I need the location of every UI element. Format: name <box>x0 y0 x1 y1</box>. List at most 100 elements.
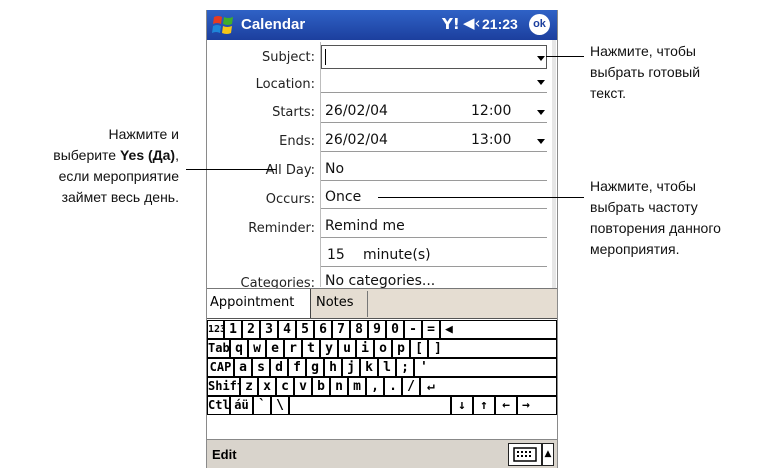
key-9[interactable]: 9 <box>368 320 386 339</box>
callout-occurs-line-1: Нажмите, чтобы <box>590 178 696 194</box>
key-tab[interactable]: Tab <box>207 339 230 358</box>
key-z[interactable]: z <box>240 377 258 396</box>
key-8[interactable]: 8 <box>350 320 368 339</box>
key-7[interactable]: 7 <box>332 320 350 339</box>
key-shift[interactable]: Shift <box>207 377 240 396</box>
edit-menu[interactable]: Edit <box>212 447 237 462</box>
scrollbar[interactable] <box>552 40 556 288</box>
key-a[interactable]: a <box>234 358 252 377</box>
key-e[interactable]: e <box>266 339 284 358</box>
key-l[interactable]: l <box>378 358 396 377</box>
ends-label: Ends: <box>279 134 315 149</box>
key-c[interactable]: c <box>276 377 294 396</box>
occurs-label: Occurs: <box>265 192 315 207</box>
volume-icon[interactable]: ◀‹ <box>463 14 481 32</box>
reminder-amount[interactable]: 15 <box>327 247 345 263</box>
reminder-value[interactable]: Remind me <box>325 218 405 234</box>
key-h[interactable]: h <box>324 358 342 377</box>
occurs-value[interactable]: Once <box>325 189 361 205</box>
callout-occurs-line-2: выбрать частоту <box>590 199 698 215</box>
windows-start-icon[interactable] <box>211 13 237 37</box>
key-g[interactable]: g <box>306 358 324 377</box>
key-o[interactable]: o <box>374 339 392 358</box>
key-down-arrow[interactable]: ↓ <box>451 396 473 415</box>
callout-allday-text: выберите <box>53 147 120 163</box>
callout-subject-line-1: Нажмите, чтобы <box>590 43 696 59</box>
allday-value[interactable]: No <box>325 161 344 177</box>
location-field[interactable] <box>321 92 547 93</box>
key-s[interactable]: s <box>252 358 270 377</box>
subject-dropdown-icon[interactable] <box>537 56 545 61</box>
key-t[interactable]: t <box>302 339 320 358</box>
key-2[interactable]: 2 <box>242 320 260 339</box>
key-n[interactable]: n <box>330 377 348 396</box>
key-apostrophe[interactable]: ' <box>414 358 557 377</box>
key-d[interactable]: d <box>270 358 288 377</box>
clock[interactable]: 21:23 <box>482 16 518 32</box>
key-enter[interactable]: ↵ <box>420 377 557 396</box>
tab-appointment[interactable]: Appointment <box>207 289 311 318</box>
signal-icon[interactable]: Y! <box>442 15 460 33</box>
key-semicolon[interactable]: ; <box>396 358 414 377</box>
key-6[interactable]: 6 <box>314 320 332 339</box>
keyboard-icon[interactable] <box>508 443 542 466</box>
key-minus[interactable]: - <box>404 320 422 339</box>
key-123[interactable]: 123 <box>207 320 224 339</box>
ends-date[interactable]: 26/02/04 <box>325 132 388 148</box>
callout-allday-line-4: займет весь день. <box>61 189 179 205</box>
key-ctrl[interactable]: Ctl <box>207 396 230 415</box>
starts-dropdown-icon[interactable] <box>537 110 545 115</box>
key-0[interactable]: 0 <box>386 320 404 339</box>
key-caps[interactable]: CAP <box>207 358 234 377</box>
key-5[interactable]: 5 <box>296 320 314 339</box>
key-comma[interactable]: , <box>366 377 384 396</box>
key-space[interactable] <box>289 396 451 415</box>
key-4[interactable]: 4 <box>278 320 296 339</box>
key-y[interactable]: y <box>320 339 338 358</box>
callout-allday-line-2: выберите Yes (Да), <box>0 145 179 166</box>
key-p[interactable]: p <box>392 339 410 358</box>
subject-field[interactable] <box>321 45 547 69</box>
tab-notes[interactable]: Notes <box>311 291 368 317</box>
categories-value[interactable]: No categories... <box>325 273 435 289</box>
key-period[interactable]: . <box>384 377 402 396</box>
callout-subject-line-2: выбрать готовый <box>590 64 701 80</box>
key-x[interactable]: x <box>258 377 276 396</box>
key-backslash[interactable]: \ <box>271 396 289 415</box>
key-left-arrow[interactable]: ← <box>495 396 517 415</box>
key-backspace[interactable]: ◀ <box>440 320 557 339</box>
key-left-bracket[interactable]: [ <box>410 339 428 358</box>
key-equals[interactable]: = <box>422 320 440 339</box>
key-slash[interactable]: / <box>402 377 420 396</box>
callout-allday-line-3: если мероприятие <box>58 168 179 184</box>
key-i[interactable]: i <box>356 339 374 358</box>
key-backtick[interactable]: ` <box>253 396 271 415</box>
key-right-bracket[interactable]: ] <box>428 339 557 358</box>
key-1[interactable]: 1 <box>224 320 242 339</box>
key-f[interactable]: f <box>288 358 306 377</box>
starts-time[interactable]: 12:00 <box>471 103 511 119</box>
key-up-arrow[interactable]: ↑ <box>473 396 495 415</box>
key-right-arrow[interactable]: → <box>517 396 557 415</box>
key-w[interactable]: w <box>248 339 266 358</box>
key-3[interactable]: 3 <box>260 320 278 339</box>
starts-date[interactable]: 26/02/04 <box>325 103 388 119</box>
key-r[interactable]: r <box>284 339 302 358</box>
key-b[interactable]: b <box>312 377 330 396</box>
ends-dropdown-icon[interactable] <box>537 139 545 144</box>
reminder-unit[interactable]: minute(s) <box>363 247 431 263</box>
callout-occurs-line-4: мероприятия. <box>590 241 680 257</box>
input-selector-arrow-icon[interactable]: ▲ <box>542 443 554 466</box>
key-j[interactable]: j <box>342 358 360 377</box>
key-k[interactable]: k <box>360 358 378 377</box>
field-divider <box>320 42 321 287</box>
callout-allday-line-1: Нажмите и <box>108 126 179 142</box>
key-v[interactable]: v <box>294 377 312 396</box>
ok-button[interactable]: ok <box>529 14 550 35</box>
key-international[interactable]: áü <box>230 396 253 415</box>
key-q[interactable]: q <box>230 339 248 358</box>
ends-time[interactable]: 13:00 <box>471 132 511 148</box>
location-dropdown-icon[interactable] <box>537 80 545 85</box>
key-m[interactable]: m <box>348 377 366 396</box>
key-u[interactable]: u <box>338 339 356 358</box>
